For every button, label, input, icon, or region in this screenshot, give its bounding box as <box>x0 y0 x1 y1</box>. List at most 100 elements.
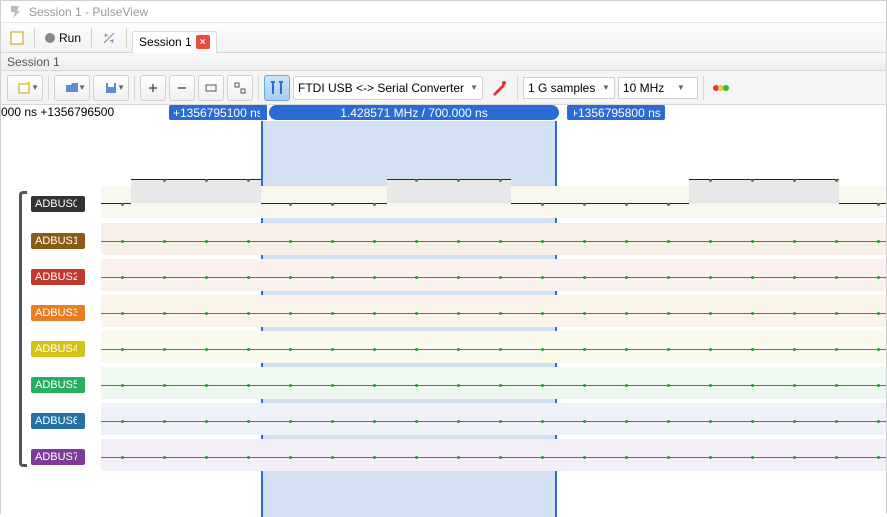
cursor-right-flag[interactable]: +1356795800 ns <box>567 105 665 120</box>
sample-dot <box>793 179 796 182</box>
sample-dot <box>625 456 628 459</box>
trace-viewport[interactable]: ADBUS0 ADBUS1 ADBUS2 ADBUS3 ADBUS4 ADBUS5 ADBU… <box>1 121 886 517</box>
sample-dot <box>835 456 838 459</box>
separator <box>48 76 49 100</box>
trace-background <box>101 331 886 363</box>
sample-dot <box>331 384 334 387</box>
sample-dot <box>541 420 544 423</box>
sample-dot <box>751 312 754 315</box>
sample-dot <box>877 276 880 279</box>
trace-background <box>101 403 886 435</box>
sample-dot <box>331 312 334 315</box>
run-button[interactable]: Run <box>40 27 86 49</box>
sample-dot <box>835 276 838 279</box>
separator <box>517 76 518 100</box>
samples-input[interactable] <box>528 81 598 95</box>
sample-dot <box>667 420 670 423</box>
sample-dot <box>583 348 586 351</box>
zoom-1-1-button[interactable] <box>227 75 253 101</box>
sample-dot <box>205 348 208 351</box>
trace-segment-low <box>261 203 387 204</box>
app-icon <box>7 4 23 20</box>
sample-dot <box>793 456 796 459</box>
sample-dot <box>709 420 712 423</box>
save-button[interactable]: ▼ <box>93 75 129 101</box>
session-tab[interactable]: Session 1 × <box>132 31 217 53</box>
samples-combo[interactable]: ▼ <box>523 77 615 99</box>
channel-label[interactable]: ADBUS2 <box>31 269 85 285</box>
sample-dot <box>121 240 124 243</box>
channel-label[interactable]: ADBUS1 <box>31 233 85 249</box>
channel-label[interactable]: ADBUS4 <box>31 341 85 357</box>
channel-label[interactable]: ADBUS5 <box>31 377 85 393</box>
trace-segment-low <box>101 203 131 204</box>
sample-dot <box>583 240 586 243</box>
timeline-header[interactable]: +1356795100 ns 1.428571 MHz / 700.000 ns… <box>1 105 886 121</box>
sample-dot <box>415 312 418 315</box>
open-button[interactable]: ▼ <box>54 75 90 101</box>
sample-dot <box>583 384 586 387</box>
sample-dot <box>163 240 166 243</box>
sample-dot <box>163 420 166 423</box>
sample-dot <box>415 240 418 243</box>
sample-dot <box>793 312 796 315</box>
sample-dot <box>499 384 502 387</box>
trace-line <box>101 349 886 350</box>
sample-dot <box>289 276 292 279</box>
sample-dot <box>709 179 712 182</box>
cursors-toggle[interactable] <box>264 75 290 101</box>
sample-dot <box>751 384 754 387</box>
device-selector[interactable]: FTDI USB <-> Serial Converter ▼ <box>293 76 483 100</box>
sample-dot <box>583 312 586 315</box>
sample-dot <box>457 420 460 423</box>
sample-dot <box>793 348 796 351</box>
sample-dot <box>499 179 502 182</box>
samplerate-combo[interactable]: ▼ <box>618 77 698 99</box>
sample-dot <box>835 240 838 243</box>
zoom-out-button[interactable] <box>169 75 195 101</box>
sample-dot <box>751 276 754 279</box>
sample-dot <box>415 276 418 279</box>
settings-button[interactable] <box>97 27 121 49</box>
sample-dot <box>415 179 418 182</box>
zoom-in-button[interactable] <box>140 75 166 101</box>
chevron-down-icon: ▼ <box>78 83 86 92</box>
sample-dot <box>121 203 124 206</box>
new-view-button[interactable]: ▼ <box>7 75 43 101</box>
channels-button[interactable] <box>709 75 735 101</box>
trace-segment-high <box>689 179 839 203</box>
separator <box>126 28 127 48</box>
sample-dot <box>205 384 208 387</box>
cursor-range-label[interactable]: 1.428571 MHz / 700.000 ns <box>269 105 559 120</box>
trace-line <box>101 421 886 422</box>
sample-dot <box>247 179 250 182</box>
sample-dot <box>625 276 628 279</box>
channel-group-bracket[interactable] <box>19 191 27 467</box>
sample-dot <box>541 240 544 243</box>
cursor-left-flag[interactable]: +1356795100 ns <box>169 105 267 120</box>
separator <box>91 28 92 48</box>
sample-dot <box>793 240 796 243</box>
sample-dot <box>835 384 838 387</box>
channel-label[interactable]: ADBUS0 <box>31 196 85 212</box>
configure-device-button[interactable] <box>486 75 512 101</box>
sample-dot <box>163 384 166 387</box>
sample-dot <box>625 420 628 423</box>
sample-dot <box>373 420 376 423</box>
channel-label[interactable]: ADBUS7 <box>31 449 85 465</box>
traces-pane[interactable] <box>101 121 886 517</box>
tab-close-button[interactable]: × <box>196 35 210 49</box>
sample-dot <box>457 276 460 279</box>
sample-dot <box>205 240 208 243</box>
sample-dot <box>499 240 502 243</box>
trace-background <box>101 367 886 399</box>
new-session-button[interactable] <box>5 27 29 49</box>
samplerate-input[interactable] <box>623 81 673 95</box>
channel-label[interactable]: ADBUS6 <box>31 413 85 429</box>
sample-dot <box>373 203 376 206</box>
sample-dot <box>457 456 460 459</box>
sample-dot <box>163 312 166 315</box>
channel-label[interactable]: ADBUS3 <box>31 305 85 321</box>
sample-dot <box>751 456 754 459</box>
zoom-fit-button[interactable] <box>198 75 224 101</box>
